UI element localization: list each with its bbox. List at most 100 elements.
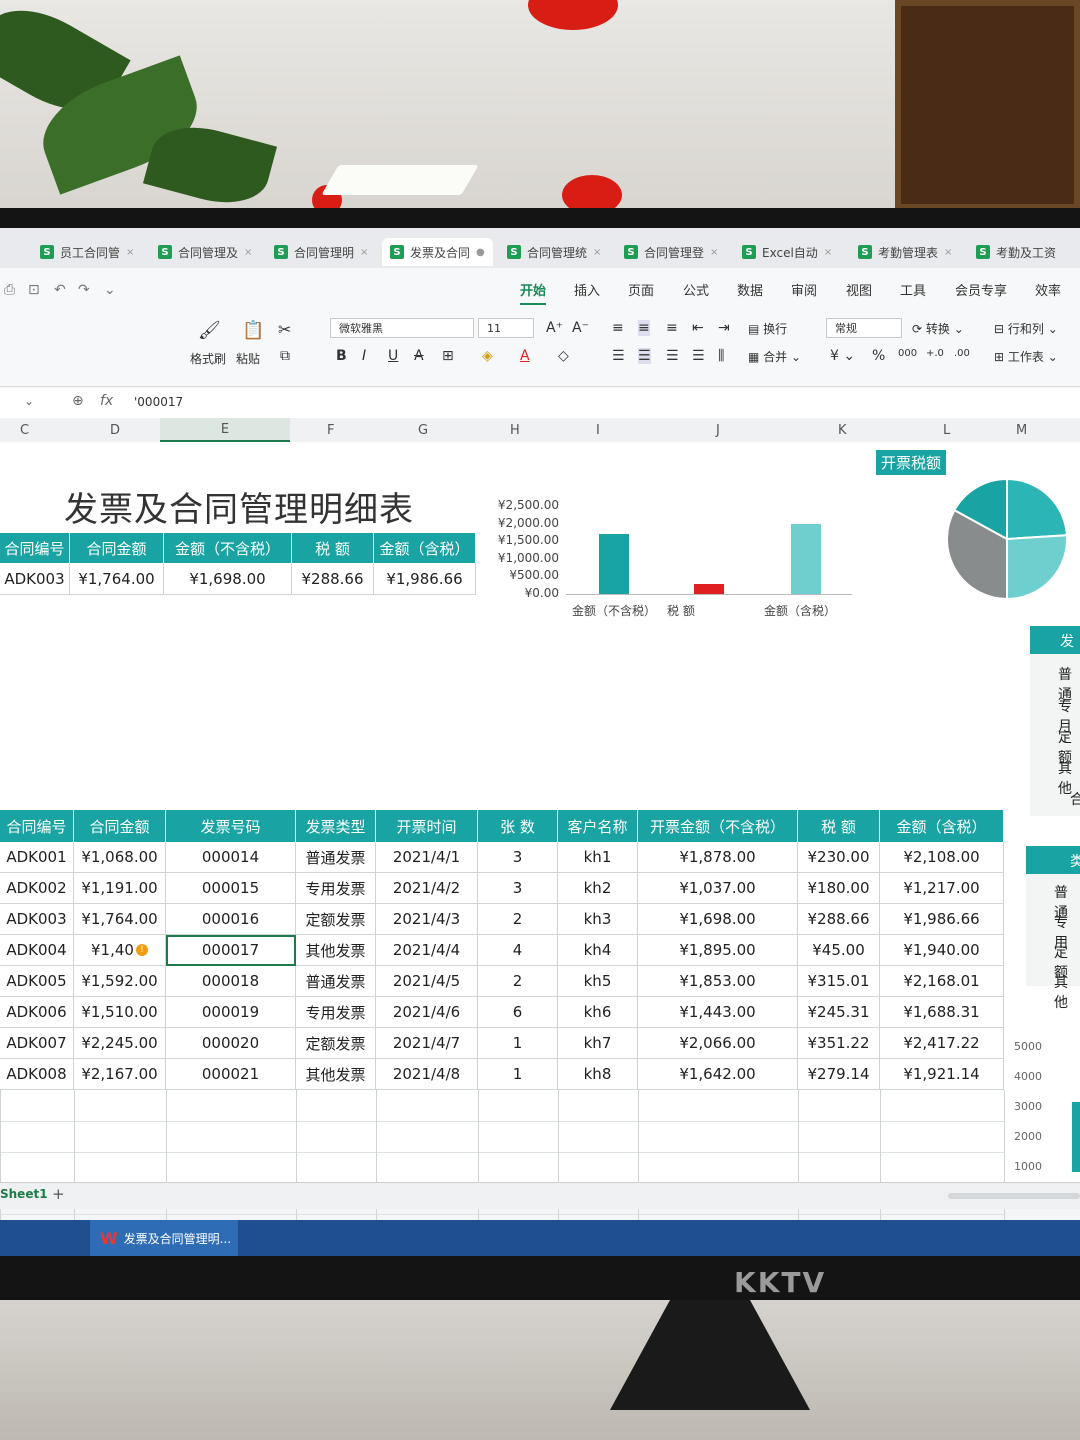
align-right-icon[interactable]: ☰ xyxy=(666,348,679,364)
doc-tab[interactable]: S 员工合同管 × xyxy=(40,238,134,266)
table-cell[interactable]: 3 xyxy=(478,842,558,873)
table-cell[interactable]: ¥2,066.00 xyxy=(638,1028,798,1059)
print-icon[interactable]: ⎙ xyxy=(4,282,15,298)
table-cell[interactable]: 000019 xyxy=(166,997,296,1028)
table-cell[interactable]: ¥351.22 xyxy=(798,1028,880,1059)
percent-icon[interactable]: % xyxy=(872,348,885,364)
table-cell[interactable]: ¥1,940.00 xyxy=(880,935,1004,966)
table-cell[interactable]: ¥2,167.00 xyxy=(74,1059,166,1090)
indent-decrease-icon[interactable]: ⇤ xyxy=(692,320,704,336)
menu-review[interactable]: 审阅 xyxy=(791,280,817,299)
chevron-down-icon[interactable]: ⌄ xyxy=(104,282,116,298)
table-cell[interactable]: 2021/4/7 xyxy=(376,1028,478,1059)
table-cell[interactable]: ADK007 xyxy=(0,1028,74,1059)
table-cell[interactable]: kh6 xyxy=(558,997,638,1028)
table-cell[interactable]: 4 xyxy=(478,935,558,966)
table-cell[interactable]: 3 xyxy=(478,873,558,904)
doc-tab[interactable]: S 考勤及工资 xyxy=(976,238,1056,266)
table-cell[interactable]: ¥2,245.00 xyxy=(74,1028,166,1059)
table-cell[interactable]: ¥1,921.14 xyxy=(880,1059,1004,1090)
close-icon[interactable]: × xyxy=(824,247,832,258)
table-cell[interactable]: ¥230.00 xyxy=(798,842,880,873)
doc-tab[interactable]: S Excel自动 × xyxy=(742,238,832,266)
fx-icon[interactable]: fx xyxy=(100,393,113,409)
table-cell[interactable]: ¥1,217.00 xyxy=(880,873,1004,904)
table-cell[interactable]: ADK004 xyxy=(0,935,74,966)
zoom-icon[interactable]: ⊕ xyxy=(72,393,84,409)
add-sheet-button[interactable]: + xyxy=(52,1185,65,1203)
paste-button[interactable]: 粘贴 xyxy=(236,350,260,367)
table-cell[interactable]: ¥1,878.00 xyxy=(638,842,798,873)
taskbar-item[interactable]: W 发票及合同管理明... xyxy=(90,1220,238,1256)
undo-icon[interactable]: ↶ xyxy=(54,282,66,298)
font-size-select[interactable]: 11 xyxy=(478,318,534,338)
align-middle-icon[interactable]: ≡ xyxy=(638,320,650,336)
column-header-selected[interactable]: E xyxy=(160,418,290,442)
decrease-decimal-icon[interactable]: .00 xyxy=(954,348,970,359)
table-cell[interactable]: 2021/4/5 xyxy=(376,966,478,997)
summary-cell[interactable]: ¥1,698.00 xyxy=(164,563,292,595)
table-cell[interactable]: 2021/4/1 xyxy=(376,842,478,873)
table-cell[interactable]: ¥1,642.00 xyxy=(638,1059,798,1090)
table-cell[interactable]: 其他发票 xyxy=(296,935,376,966)
table-cell[interactable]: ¥1,895.00 xyxy=(638,935,798,966)
table-cell[interactable]: ¥1,592.00 xyxy=(74,966,166,997)
close-icon[interactable]: × xyxy=(244,247,252,258)
table-cell[interactable]: 1 xyxy=(478,1059,558,1090)
table-cell[interactable]: 定额发票 xyxy=(296,1028,376,1059)
font-name-select[interactable]: 微软雅黑 xyxy=(330,318,474,338)
table-cell[interactable]: 2021/4/8 xyxy=(376,1059,478,1090)
table-cell[interactable]: ADK001 xyxy=(0,842,74,873)
table-cell[interactable]: 其他发票 xyxy=(296,1059,376,1090)
number-format-select[interactable]: 常规 xyxy=(826,318,902,338)
close-icon[interactable]: × xyxy=(710,247,718,258)
table-cell[interactable]: 2 xyxy=(478,904,558,935)
close-icon[interactable]: × xyxy=(944,247,952,258)
table-cell[interactable]: ¥2,168.01 xyxy=(880,966,1004,997)
menu-page[interactable]: 页面 xyxy=(628,280,654,299)
align-bottom-icon[interactable]: ≡ xyxy=(666,320,678,336)
currency-icon[interactable]: ¥ ⌄ xyxy=(830,348,855,364)
doc-tab[interactable]: S 合同管理及 × xyxy=(158,238,252,266)
column-header[interactable]: M xyxy=(1016,423,1027,438)
table-cell[interactable]: ¥279.14 xyxy=(798,1059,880,1090)
table-cell[interactable]: 专用发票 xyxy=(296,873,376,904)
redo-icon[interactable]: ↷ xyxy=(78,282,90,298)
doc-tab[interactable]: S 合同管理统 × xyxy=(507,238,601,266)
menu-view[interactable]: 视图 xyxy=(846,280,872,299)
table-cell[interactable]: ADK005 xyxy=(0,966,74,997)
table-cell[interactable]: ¥1,037.00 xyxy=(638,873,798,904)
menu-tools[interactable]: 工具 xyxy=(900,280,926,299)
format-painter-icon[interactable]: 🖌 xyxy=(198,320,221,341)
column-header[interactable]: L xyxy=(943,423,950,438)
table-cell[interactable]: ADK006 xyxy=(0,997,74,1028)
menu-member[interactable]: 会员专享 xyxy=(955,280,1007,299)
table-cell[interactable]: ¥45.00 xyxy=(798,935,880,966)
table-cell[interactable]: ¥315.01 xyxy=(798,966,880,997)
table-cell[interactable]: 普通发票 xyxy=(296,842,376,873)
table-cell[interactable]: ¥1,191.00 xyxy=(74,873,166,904)
merge-button[interactable]: ▦ 合并 ⌄ xyxy=(748,348,801,365)
table-cell[interactable]: ¥1,688.31 xyxy=(880,997,1004,1028)
format-painter-button[interactable]: 格式刷 xyxy=(190,350,226,367)
table-cell[interactable]: 普通发票 xyxy=(296,966,376,997)
table-cell[interactable]: ADK002 xyxy=(0,873,74,904)
table-cell[interactable]: kh7 xyxy=(558,1028,638,1059)
table-cell[interactable]: ¥1,40! xyxy=(74,935,166,966)
strikethrough-icon[interactable]: A xyxy=(414,348,424,364)
increase-font-icon[interactable]: A⁺ xyxy=(546,320,563,336)
close-icon[interactable]: ● xyxy=(476,247,485,258)
table-cell[interactable]: 1 xyxy=(478,1028,558,1059)
table-cell[interactable]: 000015 xyxy=(166,873,296,904)
border-icon[interactable]: ⊞ xyxy=(442,348,454,364)
sheet-tab[interactable]: Sheet1 xyxy=(0,1187,48,1201)
thousands-icon[interactable]: 000 xyxy=(898,348,917,359)
table-cell[interactable]: kh4 xyxy=(558,935,638,966)
increase-decimal-icon[interactable]: +.0 xyxy=(926,348,944,359)
font-color-icon[interactable]: A xyxy=(520,348,530,364)
menu-formula[interactable]: 公式 xyxy=(683,280,709,299)
table-cell[interactable]: ¥1,698.00 xyxy=(638,904,798,935)
paste-icon[interactable]: 📋 xyxy=(242,320,264,341)
column-header[interactable]: C xyxy=(20,423,29,438)
horizontal-scrollbar[interactable] xyxy=(948,1193,1080,1199)
